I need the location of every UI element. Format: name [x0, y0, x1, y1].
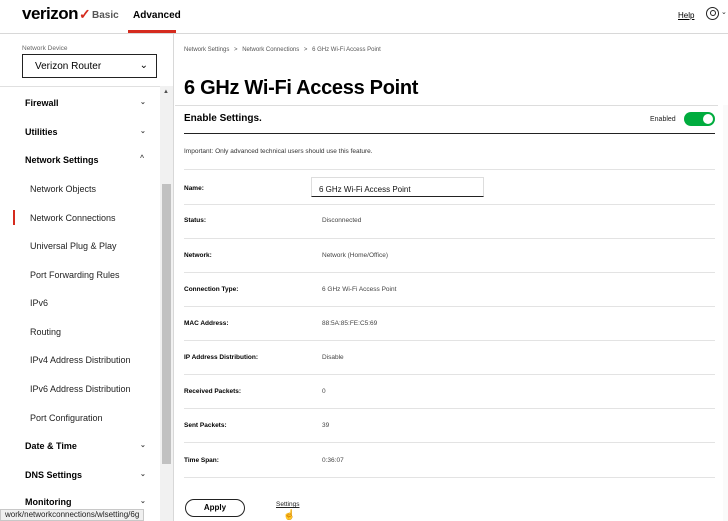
row-divider — [184, 238, 715, 239]
settings-panel: Enable Settings. Enabled Important: Only… — [175, 105, 718, 521]
time-span-label: Time Span: — [184, 457, 219, 464]
row-divider — [184, 204, 715, 205]
network-device-label: Network Device — [22, 45, 68, 52]
network-value: Network (Home/Office) — [322, 252, 388, 259]
toggle-knob — [703, 114, 713, 124]
breadcrumb: Network Settings > Network Connections >… — [184, 47, 384, 53]
chevron-down-icon: ⌄ — [140, 128, 146, 135]
status-value: Disconnected — [322, 217, 362, 224]
chevron-down-icon: ⌄ — [140, 99, 146, 106]
enable-toggle[interactable] — [684, 112, 715, 126]
time-span-value: 0:36:07 — [322, 457, 344, 464]
status-label: Status: — [184, 217, 207, 224]
sidebar-item-label: Port Configuration — [30, 413, 103, 423]
chevron-down-icon: ⌄ — [139, 60, 148, 71]
chevron-down-icon: ⌄ — [140, 471, 146, 478]
row-divider — [184, 408, 715, 409]
received-packets-value: 0 — [322, 388, 326, 395]
main-content: Network Settings > Network Connections >… — [175, 34, 728, 521]
top-bar: verizon✓ Basic Advanced Help ⌄ — [0, 0, 728, 34]
help-link[interactable]: Help — [678, 11, 694, 20]
row-divider — [184, 340, 715, 341]
sidebar-item-label: Utilities — [25, 127, 58, 137]
mac-address-label: MAC Address: — [184, 320, 229, 327]
sidebar-item-label: IPv6 Address Distribution — [30, 384, 131, 394]
scroll-up-arrow-icon[interactable]: ▲ — [163, 89, 169, 95]
sidebar-item-label: Universal Plug & Play — [30, 241, 117, 251]
sidebar-item-label: Network Objects — [30, 184, 97, 194]
app-window: verizon✓ Basic Advanced Help ⌄ Network D… — [0, 0, 728, 521]
network-device-select[interactable]: Verizon Router ⌄ — [22, 54, 157, 78]
tab-basic[interactable]: Basic — [92, 10, 119, 21]
row-divider — [184, 477, 715, 478]
main-scrollbar[interactable] — [723, 105, 728, 521]
ip-address-distribution-label: IP Address Distribution: — [184, 354, 259, 361]
sidebar-item-label: Network Settings — [25, 155, 99, 165]
row-divider — [184, 169, 715, 170]
sidebar-item-label: DNS Settings — [25, 470, 83, 480]
tab-advanced[interactable]: Advanced — [133, 10, 181, 21]
verizon-logo[interactable]: verizon✓ — [22, 4, 91, 24]
sidebar-scrollbar[interactable]: ▲ — [160, 86, 173, 521]
breadcrumb-network-settings[interactable]: Network Settings — [184, 47, 229, 53]
sidebar-item-label: Routing — [30, 327, 62, 337]
sidebar: Network Device Verizon Router ⌄ Firewall… — [0, 34, 174, 521]
sidebar-nav: Firewall ⌄ Utilities ⌄ Network Settings … — [0, 86, 173, 521]
sent-packets-value: 39 — [322, 422, 330, 429]
sidebar-item-label: IPv4 Address Distribution — [30, 355, 131, 365]
chevron-down-icon: ⌄ — [140, 498, 146, 505]
name-input[interactable] — [311, 177, 484, 197]
settings-link[interactable]: Settings — [276, 501, 300, 508]
breadcrumb-network-connections[interactable]: Network Connections — [242, 47, 299, 53]
advanced-users-notice: Important: Only advanced technical users… — [184, 148, 373, 155]
row-divider — [184, 272, 715, 273]
received-packets-label: Received Packets: — [184, 388, 242, 395]
name-label: Name: — [184, 185, 204, 192]
connection-type-label: Connection Type: — [184, 286, 239, 293]
sidebar-item-label: Network Connections — [30, 213, 116, 223]
section-divider — [184, 133, 715, 134]
sent-packets-label: Sent Packets: — [184, 422, 227, 429]
user-icon — [706, 7, 719, 20]
chevron-down-icon: ⌄ — [721, 9, 727, 16]
ip-address-distribution-value: Disable — [322, 354, 344, 361]
sidebar-item-label: Date & Time — [25, 441, 77, 451]
breadcrumb-separator: > — [303, 47, 308, 53]
hand-cursor-icon: ☝ — [283, 510, 296, 521]
network-device-value: Verizon Router — [35, 61, 102, 72]
chevron-down-icon: ⌄ — [140, 442, 146, 449]
network-label: Network: — [184, 252, 212, 259]
sidebar-item-label: Port Forwarding Rules — [30, 270, 120, 280]
sidebar-item-label: Firewall — [25, 98, 59, 108]
connection-type-value: 6 GHz Wi-Fi Access Point — [322, 286, 397, 293]
user-menu-button[interactable]: ⌄ — [706, 7, 727, 21]
enabled-label: Enabled — [650, 116, 676, 123]
apply-button[interactable]: Apply — [185, 499, 245, 517]
chevron-up-icon: ^ — [140, 155, 145, 162]
row-divider — [184, 306, 715, 307]
breadcrumb-current: 6 GHz Wi-Fi Access Point — [312, 47, 381, 53]
sidebar-item-label: Monitoring — [25, 497, 72, 507]
sidebar-item-label: IPv6 — [30, 298, 49, 308]
breadcrumb-separator: > — [234, 47, 238, 53]
sidebar-scrollbar-thumb[interactable] — [162, 184, 171, 464]
status-bar-url: work/networkconnections/wlsetting/6g — [0, 509, 145, 521]
section-title: Enable Settings. — [184, 113, 262, 124]
row-divider — [184, 374, 715, 375]
active-tab-underline — [128, 30, 176, 33]
row-divider — [184, 442, 715, 443]
mac-address-value: 88:5A:85:FE:C5:69 — [322, 320, 378, 327]
page-title: 6 GHz Wi-Fi Access Point — [184, 77, 419, 99]
logo-check-mark: ✓ — [79, 6, 91, 22]
